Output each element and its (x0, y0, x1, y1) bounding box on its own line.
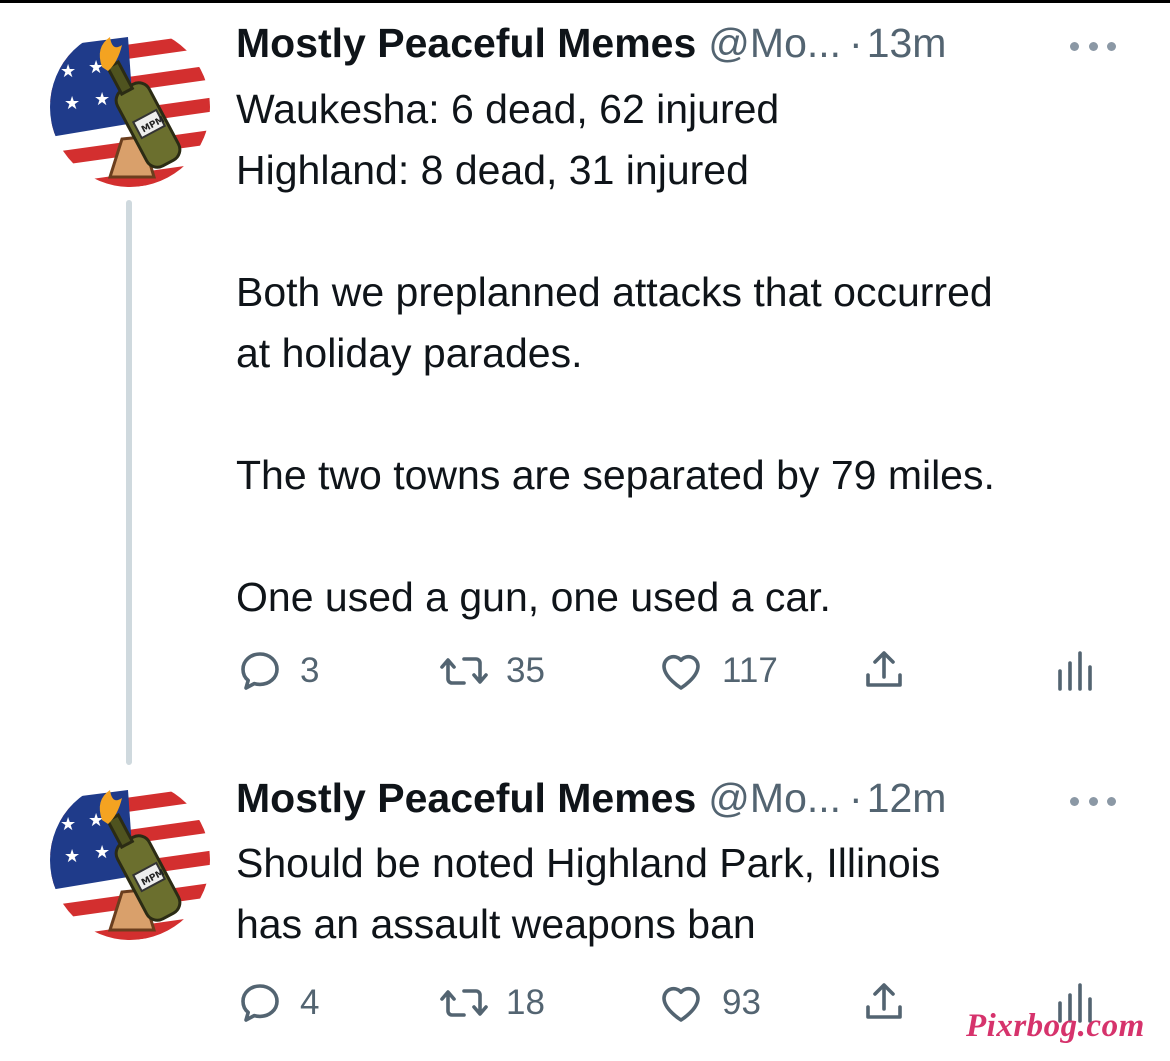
share-icon (866, 651, 902, 687)
tweet-line: Highland: 8 dead, 31 injured (236, 147, 749, 193)
mpm-flag-bottle-avatar-icon: ★ ★ ★ ★ MPM (50, 780, 210, 940)
svg-text:★: ★ (60, 61, 76, 82)
svg-text:★: ★ (60, 814, 76, 835)
avatar[interactable]: ★ ★ ★ ★ MPM (50, 27, 210, 187)
more-dot-icon (1107, 796, 1116, 806)
author-name[interactable]: Mostly Peaceful Memes (236, 775, 696, 822)
share-button[interactable] (860, 646, 908, 696)
separator-dot: · (849, 20, 863, 66)
retweet-icon (440, 989, 488, 1017)
tweet-line: at holiday parades. (236, 330, 583, 376)
share-icon (866, 983, 902, 1019)
tweet-line: The two towns are separated by 79 miles. (236, 452, 995, 498)
svg-text:★: ★ (94, 842, 110, 863)
svg-text:★: ★ (64, 846, 80, 867)
retweet-count: 35 (506, 651, 545, 690)
reply-bubble-icon (241, 652, 279, 690)
watermark: Pixrbog.com (966, 1008, 1145, 1044)
like-count: 117 (722, 651, 778, 690)
thread-connector-line (126, 200, 132, 765)
more-options-button[interactable] (1070, 791, 1116, 811)
svg-text:★: ★ (64, 93, 80, 114)
mpm-flag-bottle-avatar-icon: ★ ★ ★ ★ MPM (50, 27, 210, 187)
tweet-text: Should be noted Highland Park, Illinois … (236, 833, 1136, 955)
reply-button[interactable]: 3 (236, 646, 319, 696)
more-dot-icon (1070, 41, 1079, 51)
svg-text:★: ★ (94, 89, 110, 110)
more-dot-icon (1107, 41, 1116, 51)
retweet-count: 18 (506, 983, 545, 1022)
reply-count: 3 (300, 651, 320, 690)
reply-bubble-icon (241, 984, 279, 1022)
tweet-line: Waukesha: 6 dead, 62 injured (236, 86, 780, 132)
like-button[interactable]: 93 (656, 978, 761, 1028)
more-options-button[interactable] (1070, 36, 1116, 56)
like-button[interactable]: 117 (656, 646, 778, 696)
retweet-button[interactable]: 35 (438, 646, 545, 696)
timestamp[interactable]: 12m (867, 775, 947, 822)
top-border (0, 0, 1170, 3)
tweet-line: One used a gun, one used a car. (236, 574, 831, 620)
author-name[interactable]: Mostly Peaceful Memes (236, 20, 696, 67)
author-handle[interactable]: @Mo... (708, 775, 841, 822)
timestamp[interactable]: 13m (867, 20, 947, 67)
more-dot-icon (1088, 41, 1098, 51)
reply-count: 4 (300, 983, 320, 1022)
author-handle[interactable]: @Mo... (708, 20, 841, 67)
tweet-header: Mostly Peaceful Memes @Mo... · 12m (236, 775, 946, 825)
like-count: 93 (722, 983, 761, 1022)
avatar[interactable]: ★ ★ ★ ★ MPM (50, 780, 210, 940)
heart-icon (662, 986, 700, 1022)
analytics-bars-icon (1058, 651, 1092, 691)
share-button[interactable] (860, 978, 908, 1028)
more-dot-icon (1070, 796, 1079, 806)
tweet-header: Mostly Peaceful Memes @Mo... · 13m (236, 20, 946, 70)
separator-dot: · (849, 775, 863, 821)
tweet-line: Should be noted Highland Park, Illinois (236, 840, 941, 886)
retweet-button[interactable]: 18 (438, 978, 545, 1028)
retweet-icon (440, 657, 488, 685)
tweet-line: Both we preplanned attacks that occurred (236, 269, 993, 315)
more-dot-icon (1088, 796, 1098, 806)
reply-button[interactable]: 4 (236, 978, 319, 1028)
analytics-button[interactable] (1054, 646, 1094, 696)
tweet-text: Waukesha: 6 dead, 62 injured Highland: 8… (236, 79, 1136, 628)
tweet-line: has an assault weapons ban (236, 901, 756, 947)
heart-icon (662, 654, 700, 690)
